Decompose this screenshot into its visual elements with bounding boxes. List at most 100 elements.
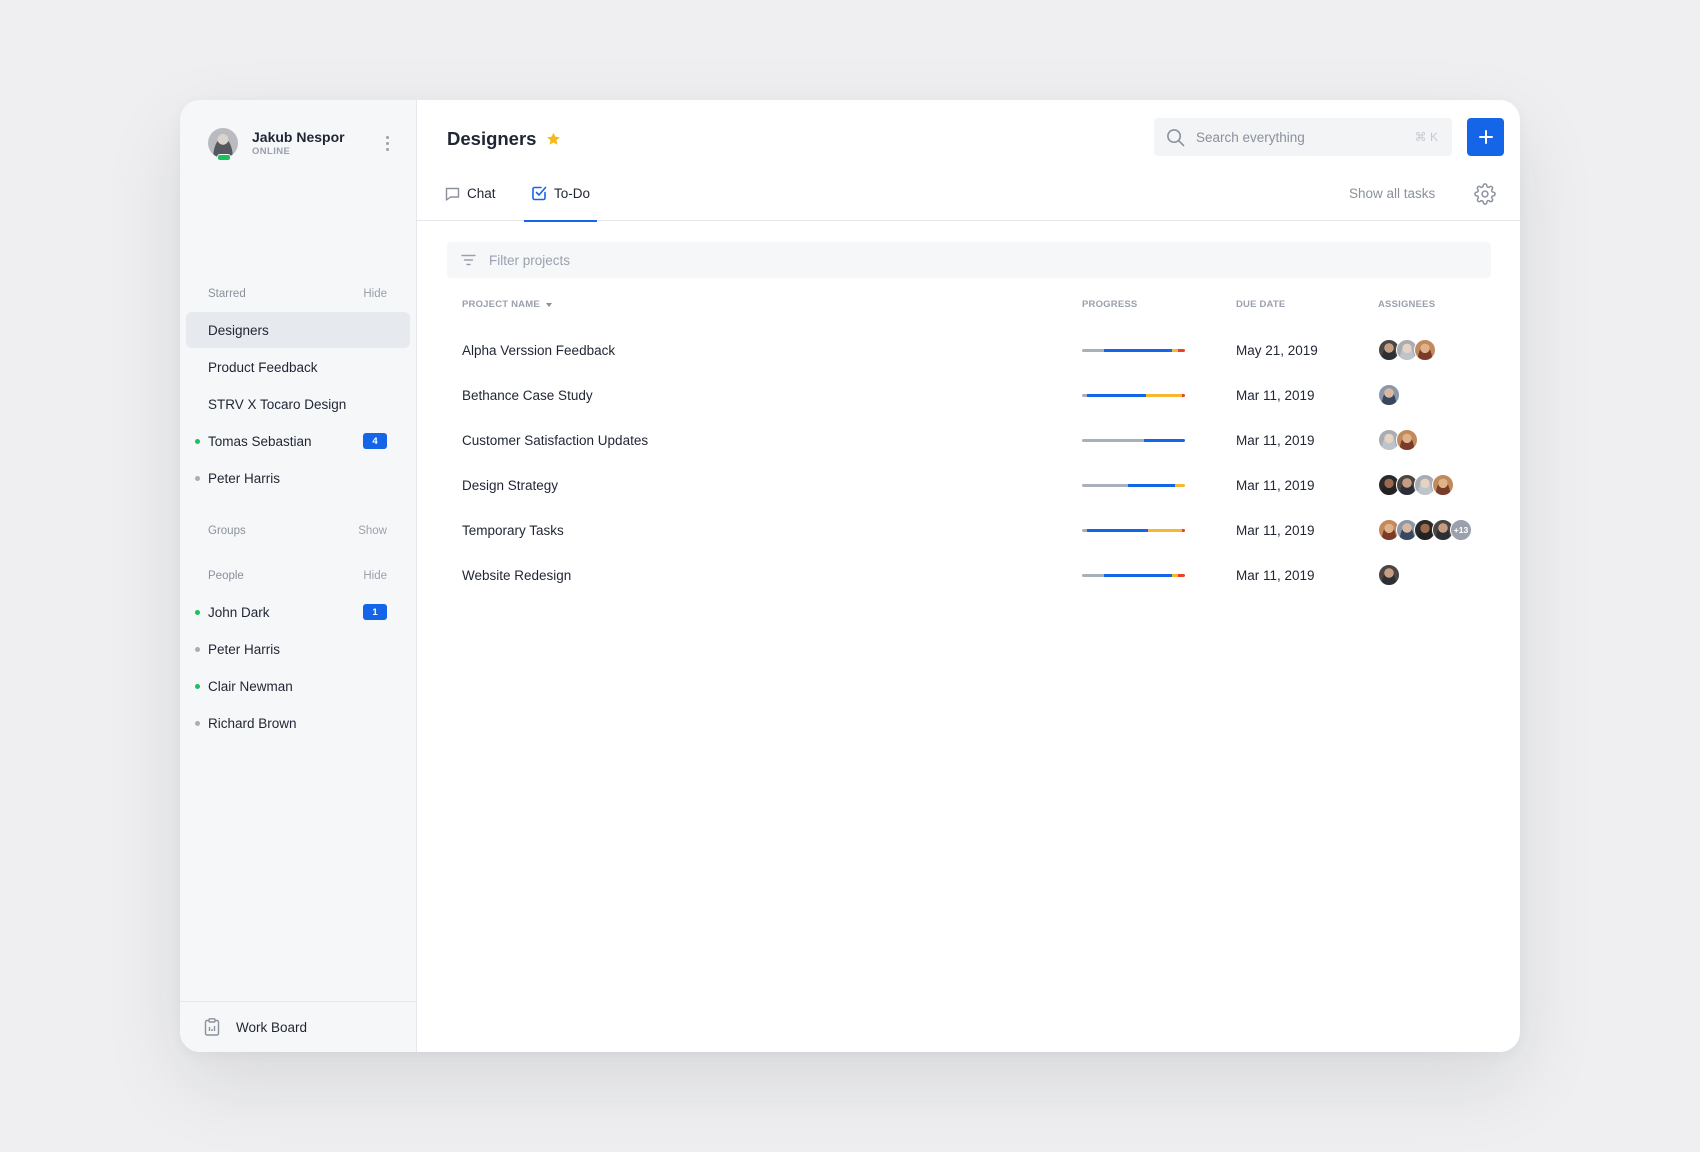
channel-title: Designers [447, 127, 561, 151]
progress-segment-done [1082, 483, 1129, 487]
table-row[interactable]: Design Strategy Mar 11, 2019 [447, 463, 1491, 507]
assignee-avatar[interactable] [1396, 429, 1418, 451]
table-row[interactable]: Website Redesign Mar 11, 2019 [447, 553, 1491, 597]
progress-segment-active [1087, 528, 1148, 532]
tab-bar: Chat To-Do Show all tasks [417, 166, 1520, 222]
filter-bar[interactable] [447, 242, 1491, 278]
checkbox-icon [532, 186, 547, 201]
column-project-name[interactable]: PROJECT NAME [462, 299, 552, 310]
progress-segment-done [1082, 348, 1104, 352]
assignee-avatar[interactable] [1414, 339, 1436, 361]
progress-bar [1082, 483, 1185, 487]
people-heading: People [208, 570, 244, 582]
sidebar-item-richard-brown[interactable]: Richard Brown [186, 705, 410, 741]
progress-segment-active [1087, 393, 1146, 397]
chat-icon [445, 187, 460, 201]
search-input[interactable] [1196, 129, 1415, 145]
progress-segment-overdue [1181, 393, 1185, 397]
sidebar: Jakub Nespor ONLINE Starred Hide Designe… [180, 100, 417, 1052]
project-name: Customer Satisfaction Updates [462, 432, 649, 448]
progress-segment-done [1082, 438, 1144, 442]
sidebar-item-label: John Dark [208, 604, 270, 620]
tab-chat[interactable]: Chat [445, 166, 496, 221]
due-date: Mar 11, 2019 [1236, 432, 1315, 448]
assignee-avatar[interactable] [1378, 384, 1400, 406]
page-title: Designers [447, 128, 537, 149]
assignees-cell [1378, 463, 1454, 507]
progress-cell [1082, 328, 1185, 372]
sidebar-item-peter-harris[interactable]: Peter Harris [186, 631, 410, 667]
plus-icon [1478, 130, 1493, 144]
groups-show-toggle[interactable]: Show [358, 525, 387, 537]
progress-segment-done [1082, 573, 1104, 577]
sidebar-item-peter-harris[interactable]: Peter Harris [186, 460, 410, 496]
profile-info: Jakub Nespor ONLINE [252, 129, 378, 158]
progress-bar [1082, 393, 1185, 397]
progress-bar [1082, 348, 1185, 352]
work-board-button[interactable]: Work Board [180, 1001, 416, 1052]
groups-section-header: Groups Show [208, 523, 387, 539]
people-section-header: People Hide [208, 568, 387, 584]
column-label: PROJECT NAME [462, 299, 540, 310]
table-row[interactable]: Alpha Verssion Feedback May 21, 2019 [447, 328, 1491, 372]
presence-offline-indicator [195, 721, 200, 726]
profile-name: Jakub Nespor [252, 128, 345, 145]
main-content: Designers ⌘ K Chat [417, 100, 1520, 1052]
more-assignees-badge[interactable]: +13 [1450, 519, 1472, 541]
search-bar[interactable]: ⌘ K [1154, 118, 1452, 156]
assignees-cell [1378, 328, 1436, 372]
profile-status: ONLINE [252, 145, 291, 157]
assignee-group [1378, 384, 1400, 406]
table-row[interactable]: Customer Satisfaction Updates Mar 11, 201… [447, 418, 1491, 462]
starred-hide-toggle[interactable]: Hide [363, 288, 387, 300]
presence-offline-indicator [195, 647, 200, 652]
add-button[interactable] [1467, 118, 1504, 156]
show-all-tasks-link[interactable]: Show all tasks [1349, 166, 1435, 221]
sidebar-item-strv-x-tocaro-design[interactable]: STRV X Tocaro Design [186, 386, 410, 422]
presence-online-indicator [195, 610, 200, 615]
sidebar-item-tomas-sebastian[interactable]: Tomas Sebastian 4 [186, 423, 410, 459]
assignee-avatar[interactable] [1378, 564, 1400, 586]
assignee-avatar[interactable] [1432, 474, 1454, 496]
sidebar-item-label: Richard Brown [208, 715, 297, 731]
project-name: Temporary Tasks [462, 522, 564, 538]
sidebar-item-clair-newman[interactable]: Clair Newman [186, 668, 410, 704]
assignee-group [1378, 564, 1400, 586]
table-row[interactable]: Temporary Tasks Mar 11, 2019 +13 [447, 508, 1491, 552]
sidebar-item-product-feedback[interactable]: Product Feedback [186, 349, 410, 385]
people-hide-toggle[interactable]: Hide [363, 570, 387, 582]
column-assignees: ASSIGNEES [1378, 299, 1436, 310]
due-date: Mar 11, 2019 [1236, 567, 1315, 583]
tab-label: Chat [467, 186, 496, 201]
progress-segment-active [1103, 348, 1172, 352]
sort-caret-icon[interactable] [545, 302, 552, 307]
avatar[interactable] [208, 128, 238, 161]
progress-segment-overdue [1178, 348, 1185, 352]
progress-segment-active [1103, 573, 1172, 577]
tab-todo[interactable]: To-Do [524, 166, 598, 222]
sidebar-item-label: Peter Harris [208, 641, 281, 657]
assignees-cell [1378, 553, 1400, 597]
filter-input[interactable] [489, 252, 1491, 268]
presence-online-indicator [195, 684, 200, 689]
project-name: Bethance Case Study [462, 387, 593, 403]
assignees-cell [1378, 418, 1418, 462]
gear-icon[interactable] [1474, 183, 1496, 205]
more-options-icon[interactable] [378, 131, 396, 155]
table-row[interactable]: Bethance Case Study Mar 11, 2019 [447, 373, 1491, 417]
progress-cell [1082, 508, 1185, 552]
due-date: May 21, 2019 [1236, 342, 1318, 358]
star-icon[interactable] [546, 132, 561, 146]
progress-bar [1082, 573, 1185, 577]
sidebar-item-label: Product Feedback [208, 359, 318, 375]
sidebar-item-label: Peter Harris [208, 470, 281, 486]
sidebar-item-john-dark[interactable]: John Dark 1 [186, 594, 410, 630]
unread-badge: 4 [363, 433, 387, 449]
presence-online-indicator [195, 439, 200, 444]
progress-cell [1082, 463, 1185, 507]
starred-section-header: Starred Hide [208, 286, 387, 302]
progress-segment-active [1128, 483, 1175, 487]
project-name: Design Strategy [462, 477, 559, 493]
sidebar-item-designers[interactable]: Designers [186, 312, 410, 348]
profile[interactable]: Jakub Nespor ONLINE [208, 125, 396, 161]
